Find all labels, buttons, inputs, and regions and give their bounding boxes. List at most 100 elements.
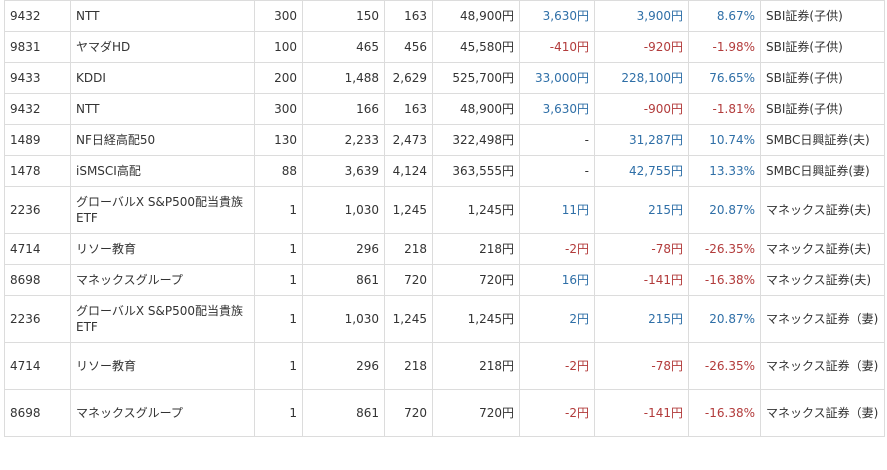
stock-name-cell: グローバルX S&P500配当貴族ETF xyxy=(70,186,255,234)
current-price-cell: 218 xyxy=(384,233,433,265)
current-price-cell: 163 xyxy=(384,93,433,125)
stock-name-cell: KDDI xyxy=(70,62,255,94)
market-value-cell: 363,555円 xyxy=(432,155,520,187)
profit-loss-cell: -900円 xyxy=(594,93,689,125)
profit-loss-cell: -920円 xyxy=(594,31,689,63)
holdings-table-container: 9432 NTT 300 150 163 48,900円 3,630円 3,90… xyxy=(4,0,885,437)
dividend-cell: - xyxy=(519,155,595,187)
quantity-cell: 300 xyxy=(254,93,303,125)
profit-loss-cell: 228,100円 xyxy=(594,62,689,94)
quantity-cell: 88 xyxy=(254,155,303,187)
stock-code-cell: 1478 xyxy=(4,155,71,187)
holdings-table-body: 9432 NTT 300 150 163 48,900円 3,630円 3,90… xyxy=(4,0,885,437)
profit-loss-cell: 42,755円 xyxy=(594,155,689,187)
stock-code-cell: 4714 xyxy=(4,233,71,265)
dividend-cell: -2円 xyxy=(519,389,595,437)
stock-name-cell: リソー教育 xyxy=(70,342,255,390)
profit-rate-cell: 76.65% xyxy=(688,62,761,94)
stock-code-cell: 8698 xyxy=(4,264,71,296)
profit-loss-cell: 31,287円 xyxy=(594,124,689,156)
stock-name-cell: NF日経高配50 xyxy=(70,124,255,156)
market-value-cell: 218円 xyxy=(432,233,520,265)
profit-loss-cell: -78円 xyxy=(594,342,689,390)
current-price-cell: 163 xyxy=(384,0,433,32)
stock-name-cell: グローバルX S&P500配当貴族ETF xyxy=(70,295,255,343)
current-price-cell: 4,124 xyxy=(384,155,433,187)
table-row: 8698 マネックスグループ 1 861 720 720円 -2円 -141円 … xyxy=(4,389,885,437)
dividend-cell: 3,630円 xyxy=(519,0,595,32)
broker-cell: SMBC日興証券(妻) xyxy=(760,155,885,187)
market-value-cell: 525,700円 xyxy=(432,62,520,94)
purchase-price-cell: 296 xyxy=(302,342,385,390)
market-value-cell: 48,900円 xyxy=(432,93,520,125)
profit-loss-cell: 215円 xyxy=(594,295,689,343)
stock-name-cell: NTT xyxy=(70,0,255,32)
quantity-cell: 1 xyxy=(254,342,303,390)
market-value-cell: 218円 xyxy=(432,342,520,390)
stock-name-cell: iSMSCI高配 xyxy=(70,155,255,187)
broker-cell: マネックス証券(夫) xyxy=(760,233,885,265)
purchase-price-cell: 861 xyxy=(302,264,385,296)
purchase-price-cell: 296 xyxy=(302,233,385,265)
profit-rate-cell: -1.81% xyxy=(688,93,761,125)
broker-cell: SMBC日興証券(夫) xyxy=(760,124,885,156)
table-row: 9433 KDDI 200 1,488 2,629 525,700円 33,00… xyxy=(4,62,885,94)
stock-name-cell: リソー教育 xyxy=(70,233,255,265)
quantity-cell: 130 xyxy=(254,124,303,156)
current-price-cell: 1,245 xyxy=(384,186,433,234)
dividend-cell: -410円 xyxy=(519,31,595,63)
stock-code-cell: 9831 xyxy=(4,31,71,63)
quantity-cell: 1 xyxy=(254,186,303,234)
current-price-cell: 456 xyxy=(384,31,433,63)
quantity-cell: 1 xyxy=(254,264,303,296)
broker-cell: SBI証券(子供) xyxy=(760,31,885,63)
market-value-cell: 1,245円 xyxy=(432,295,520,343)
table-row: 9432 NTT 300 150 163 48,900円 3,630円 3,90… xyxy=(4,0,885,32)
current-price-cell: 218 xyxy=(384,342,433,390)
dividend-cell: - xyxy=(519,124,595,156)
table-row: 4714 リソー教育 1 296 218 218円 -2円 -78円 -26.3… xyxy=(4,342,885,390)
stock-name-cell: マネックスグループ xyxy=(70,389,255,437)
table-row: 1478 iSMSCI高配 88 3,639 4,124 363,555円 - … xyxy=(4,155,885,187)
table-row: 4714 リソー教育 1 296 218 218円 -2円 -78円 -26.3… xyxy=(4,233,885,265)
quantity-cell: 300 xyxy=(254,0,303,32)
broker-cell: マネックス証券（妻) xyxy=(760,342,885,390)
broker-cell: マネックス証券（妻) xyxy=(760,295,885,343)
broker-cell: SBI証券(子供) xyxy=(760,62,885,94)
profit-rate-cell: 8.67% xyxy=(688,0,761,32)
quantity-cell: 100 xyxy=(254,31,303,63)
market-value-cell: 1,245円 xyxy=(432,186,520,234)
profit-loss-cell: 3,900円 xyxy=(594,0,689,32)
dividend-cell: -2円 xyxy=(519,233,595,265)
profit-loss-cell: -141円 xyxy=(594,389,689,437)
profit-rate-cell: 13.33% xyxy=(688,155,761,187)
purchase-price-cell: 150 xyxy=(302,0,385,32)
profit-rate-cell: 10.74% xyxy=(688,124,761,156)
current-price-cell: 720 xyxy=(384,264,433,296)
dividend-cell: 3,630円 xyxy=(519,93,595,125)
dividend-cell: 2円 xyxy=(519,295,595,343)
quantity-cell: 1 xyxy=(254,295,303,343)
current-price-cell: 2,473 xyxy=(384,124,433,156)
market-value-cell: 45,580円 xyxy=(432,31,520,63)
stock-code-cell: 9433 xyxy=(4,62,71,94)
table-row: 2236 グローバルX S&P500配当貴族ETF 1 1,030 1,245 … xyxy=(4,186,885,234)
quantity-cell: 1 xyxy=(254,389,303,437)
purchase-price-cell: 1,488 xyxy=(302,62,385,94)
broker-cell: マネックス証券(夫) xyxy=(760,186,885,234)
market-value-cell: 720円 xyxy=(432,389,520,437)
broker-cell: マネックス証券(夫) xyxy=(760,264,885,296)
stock-code-cell: 9432 xyxy=(4,0,71,32)
table-row: 9831 ヤマダHD 100 465 456 45,580円 -410円 -92… xyxy=(4,31,885,63)
profit-loss-cell: 215円 xyxy=(594,186,689,234)
stock-code-cell: 2236 xyxy=(4,295,71,343)
profit-rate-cell: -16.38% xyxy=(688,389,761,437)
broker-cell: SBI証券(子供) xyxy=(760,0,885,32)
market-value-cell: 720円 xyxy=(432,264,520,296)
market-value-cell: 322,498円 xyxy=(432,124,520,156)
current-price-cell: 720 xyxy=(384,389,433,437)
table-row: 8698 マネックスグループ 1 861 720 720円 16円 -141円 … xyxy=(4,264,885,296)
dividend-cell: 33,000円 xyxy=(519,62,595,94)
profit-rate-cell: -16.38% xyxy=(688,264,761,296)
stock-code-cell: 4714 xyxy=(4,342,71,390)
